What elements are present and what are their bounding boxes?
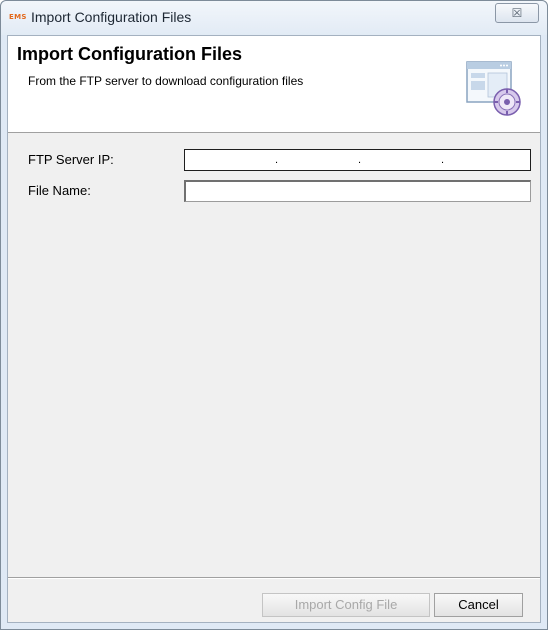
- header-panel: Import Configuration Files From the FTP …: [8, 36, 540, 133]
- ftp-server-ip-input[interactable]: . . .: [184, 149, 531, 171]
- close-button[interactable]: ☒: [495, 3, 539, 23]
- ip-separator: .: [441, 154, 445, 166]
- footer-divider: [8, 577, 540, 579]
- ftp-server-ip-label: FTP Server IP:: [28, 152, 114, 167]
- import-config-file-button[interactable]: Import Config File: [262, 593, 430, 617]
- title-bar[interactable]: EMS Import Configuration Files ☒: [1, 1, 547, 35]
- import-config-dialog: EMS Import Configuration Files ☒ Import …: [0, 0, 548, 630]
- dialog-content: Import Configuration Files From the FTP …: [7, 35, 541, 623]
- page-title: Import Configuration Files: [17, 44, 242, 64]
- page-description: From the FTP server to download configur…: [28, 74, 304, 88]
- app-logo-icon: EMS: [9, 13, 27, 21]
- file-name-input[interactable]: [184, 180, 531, 202]
- close-icon: ☒: [511, 6, 523, 20]
- ip-separator: .: [358, 154, 362, 166]
- config-window-icon: [466, 61, 521, 116]
- cancel-button[interactable]: Cancel: [434, 593, 523, 617]
- ip-separator: .: [275, 154, 279, 166]
- window-title: Import Configuration Files: [31, 9, 192, 25]
- file-name-label: File Name:: [28, 183, 91, 198]
